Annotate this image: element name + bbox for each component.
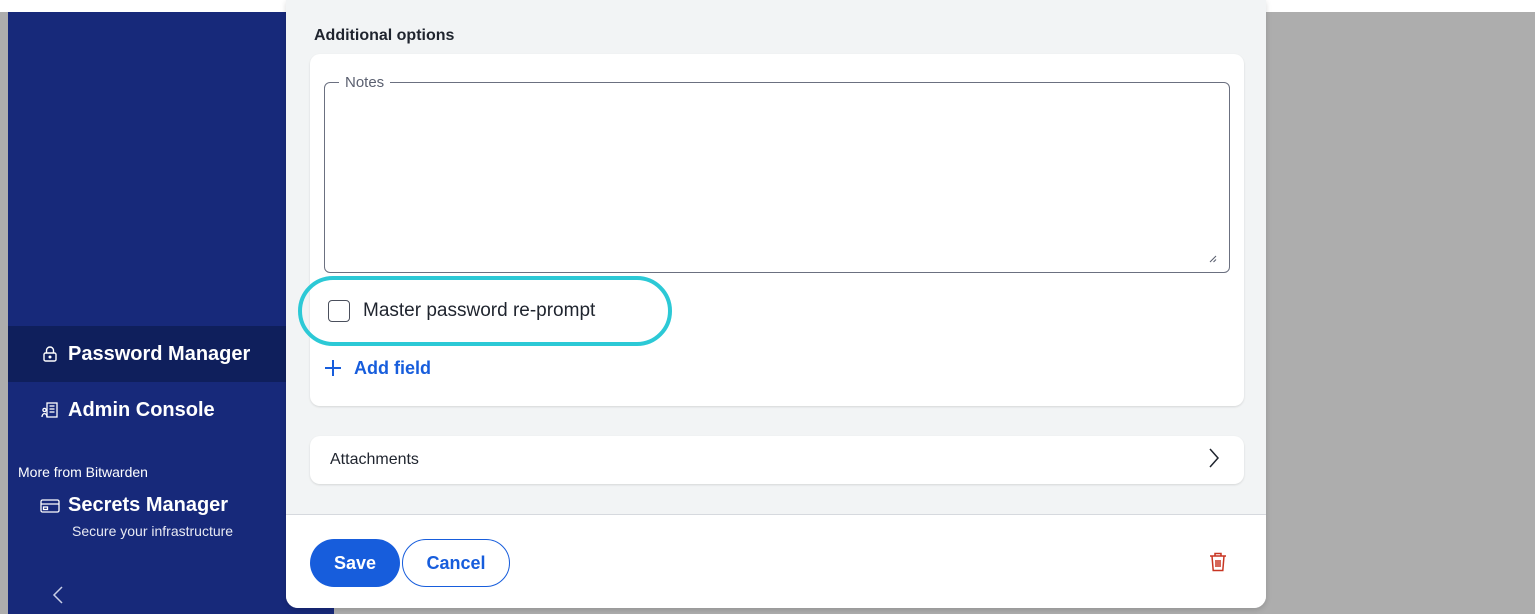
add-field-label: Add field xyxy=(354,357,431,378)
notes-field: Notes xyxy=(324,74,1230,279)
add-field-button[interactable]: Add field xyxy=(322,357,431,379)
save-button[interactable]: Save xyxy=(310,539,400,587)
more-from-label: More from Bitwarden xyxy=(18,464,148,480)
lock-icon xyxy=(40,344,60,364)
resize-grip-icon[interactable] xyxy=(1207,250,1217,263)
reprompt-label: Master password re-prompt xyxy=(363,300,596,321)
building-icon xyxy=(40,400,60,420)
reprompt-checkbox[interactable] xyxy=(328,300,350,322)
sidebar-item-label: Password Manager xyxy=(68,342,251,365)
window-icon xyxy=(40,496,60,516)
attachments-row[interactable]: Attachments xyxy=(310,436,1244,484)
master-password-reprompt[interactable]: Master password re-prompt xyxy=(328,300,595,322)
trash-icon[interactable] xyxy=(1208,551,1230,573)
chevron-left-icon xyxy=(52,585,64,610)
secrets-manager-label: Secrets Manager xyxy=(68,494,229,516)
notes-label: Notes xyxy=(345,74,385,91)
plus-icon xyxy=(322,357,344,379)
cancel-button[interactable]: Cancel xyxy=(402,539,510,587)
collapse-sidebar-button[interactable] xyxy=(46,585,70,609)
sidebar-item-secrets-manager[interactable]: Secrets Manager Secure your infrastructu… xyxy=(40,494,233,539)
dialog-footer: Save Cancel xyxy=(286,514,1266,608)
notes-textarea[interactable] xyxy=(331,105,1215,279)
chevron-right-icon xyxy=(1208,447,1220,474)
section-title: Additional options xyxy=(314,27,455,44)
edit-item-dialog: Additional options Notes Master password… xyxy=(286,0,1266,608)
attachments-label: Attachments xyxy=(330,451,419,468)
secrets-manager-subtitle: Secure your infrastructure xyxy=(72,523,234,539)
sidebar-item-label: Admin Console xyxy=(68,398,215,421)
